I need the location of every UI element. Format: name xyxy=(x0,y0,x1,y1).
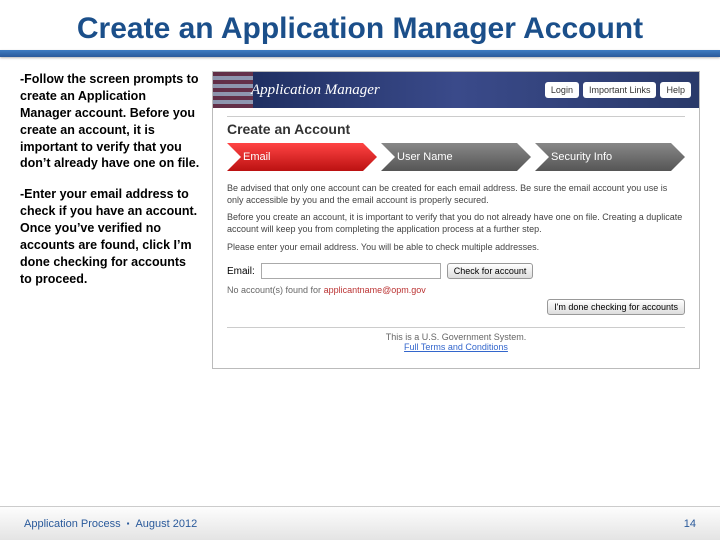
page-number: 14 xyxy=(684,518,696,530)
advisory-text-3: Please enter your email address. You wil… xyxy=(227,242,685,254)
footer-separator: ▪ xyxy=(127,519,130,528)
instruction-column: -Follow the screen prompts to create an … xyxy=(20,71,200,369)
terms-link[interactable]: Full Terms and Conditions xyxy=(404,342,508,352)
instruction-p1: -Follow the screen prompts to create an … xyxy=(20,71,200,172)
app-header: Application Manager Login Important Link… xyxy=(213,72,699,108)
status-email: applicantname@opm.gov xyxy=(324,285,426,295)
slide-title: Create an Application Manager Account xyxy=(0,0,720,50)
instruction-p2: -Enter your email address to check if yo… xyxy=(20,186,200,287)
screenshot-panel: Application Manager Login Important Link… xyxy=(212,71,700,369)
footer-date: August 2012 xyxy=(135,518,197,530)
status-line: No account(s) found for applicantname@op… xyxy=(227,285,685,295)
flag-graphic xyxy=(213,72,253,108)
panel-title: Create an Account xyxy=(227,116,685,137)
gov-system-text: This is a U.S. Government System. xyxy=(227,332,685,342)
step-indicator: Email User Name Security Info xyxy=(227,143,685,171)
email-field[interactable] xyxy=(261,263,441,279)
step-email: Email xyxy=(227,143,377,171)
step-username: User Name xyxy=(381,143,531,171)
check-account-button[interactable]: Check for account xyxy=(447,263,534,279)
advisory-text-1: Be advised that only one account can be … xyxy=(227,183,685,206)
title-underline xyxy=(0,50,720,57)
login-button[interactable]: Login xyxy=(545,82,579,98)
email-label: Email: xyxy=(227,266,255,277)
done-checking-button[interactable]: I'm done checking for accounts xyxy=(547,299,685,315)
step-security: Security Info xyxy=(535,143,685,171)
app-logo-text: Application Manager xyxy=(251,82,380,99)
footer-process: Application Process xyxy=(24,518,121,530)
slide-footer: Application Process ▪ August 2012 14 xyxy=(0,506,720,540)
advisory-text-2: Before you create an account, it is impo… xyxy=(227,212,685,235)
help-button[interactable]: Help xyxy=(660,82,691,98)
important-links-button[interactable]: Important Links xyxy=(583,82,657,98)
status-prefix: No account(s) found for xyxy=(227,285,321,295)
gov-footer: This is a U.S. Government System. Full T… xyxy=(227,327,685,358)
